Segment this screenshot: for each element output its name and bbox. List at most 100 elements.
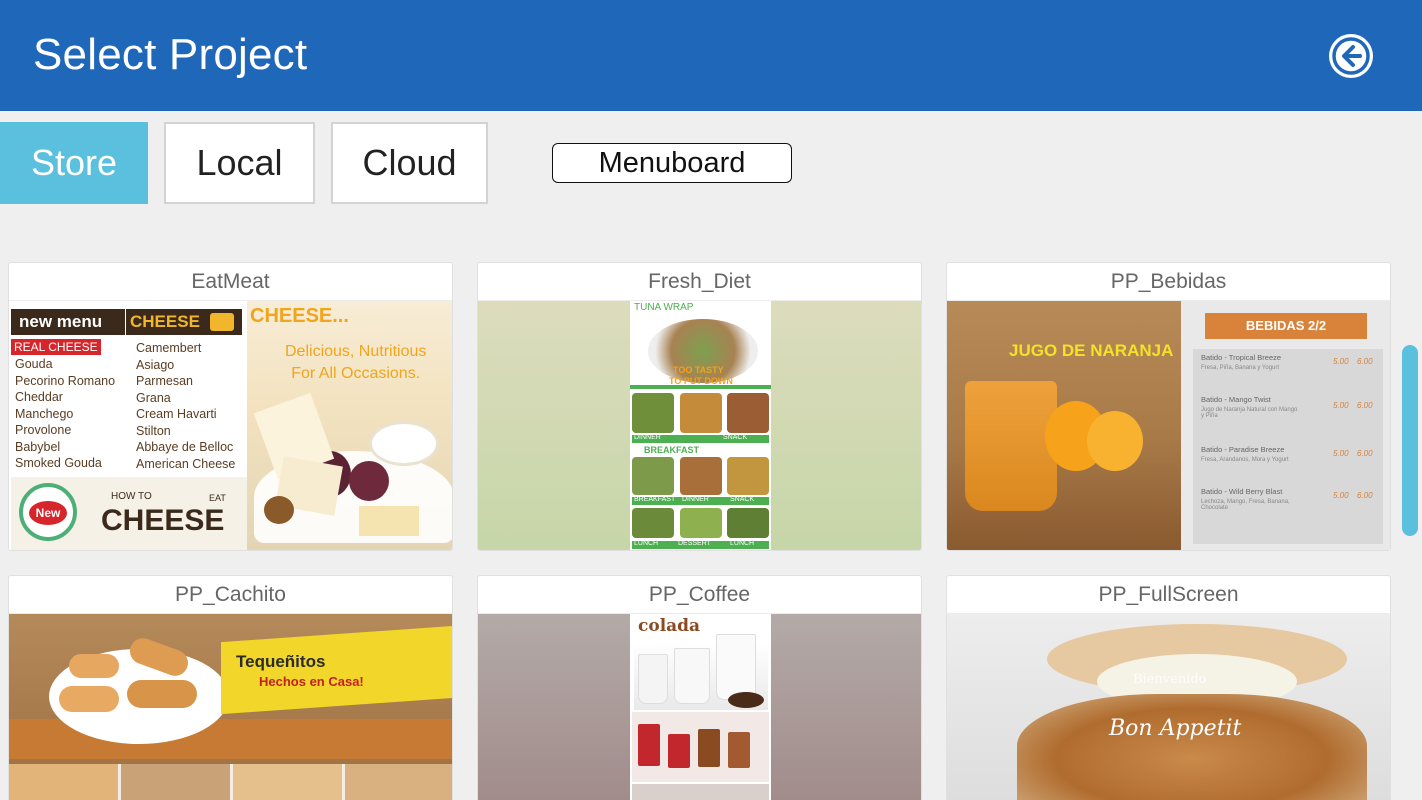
project-name: PP_FullScreen: [947, 576, 1390, 614]
list-item: Pecorino Romano: [15, 373, 116, 388]
strip-header: TUNA WRAP: [634, 302, 694, 313]
item-name: Batido - Mango Twist: [1201, 395, 1271, 404]
item-desc: Lechoza, Mango, Fresa, Banana, Chocolate: [1201, 499, 1290, 511]
food-tile: [121, 764, 230, 800]
cheese-wedge: [359, 506, 419, 536]
item-name: Batido - Paradise Breeze: [1201, 445, 1285, 454]
price: 6.00: [1357, 449, 1373, 458]
tab-cloud[interactable]: Cloud: [331, 122, 488, 204]
list-item: Manchego: [15, 406, 74, 421]
list-item: Gouda: [15, 357, 53, 371]
scrollbar-thumb[interactable]: [1402, 345, 1418, 536]
project-name: EatMeat: [9, 263, 452, 301]
food-tile: [233, 764, 342, 800]
food-tile: [632, 393, 674, 433]
slogan-1: TOO TASTY: [673, 365, 724, 375]
cup: [716, 634, 756, 700]
food-tile: [727, 457, 769, 495]
food-row: [632, 457, 769, 495]
list-item: Provolone: [15, 423, 72, 437]
tagline-line: For All Occasions.: [291, 365, 421, 382]
grape: [349, 461, 389, 501]
price-list: Batido - Tropical Breeze Fresa, Piña, Ba…: [1193, 349, 1383, 544]
project-name: PP_Coffee: [478, 576, 921, 614]
list-item: Abbaye de Belloc: [136, 440, 234, 454]
cheese-list-1: Gouda Pecorino Romano Cheddar Manchego P…: [15, 356, 115, 472]
pastry: [59, 686, 119, 712]
app-bar: Select Project: [0, 0, 1422, 111]
project-card-pp-cachito[interactable]: PP_Cachito Tequeñitos Hechos en Casa!: [8, 575, 453, 800]
item-desc: Jugo de Naranja Natural con Mango y Piña: [1201, 407, 1298, 419]
walnut: [264, 496, 294, 524]
food-tile: [632, 457, 674, 495]
food-tile: [679, 393, 722, 433]
list-item: Parmesan: [136, 374, 193, 388]
welcome-line-1: Bienvenido: [1133, 672, 1207, 687]
list-item: Cream Havarti: [136, 407, 217, 421]
food-tile: [632, 508, 674, 538]
cup: [638, 724, 660, 766]
project-thumbnail: JUGO DE NARANJA BEBIDAS 2/2 Batido - Tro…: [947, 301, 1390, 550]
list-item: Cheddar: [15, 390, 63, 404]
strip-header: colada: [638, 616, 701, 636]
project-card-fresh-diet[interactable]: Fresh_Diet TUNA WRAP TOO TASTY TO PUT DO…: [477, 262, 922, 551]
price: 5.00: [1333, 401, 1349, 410]
cup: [728, 732, 750, 768]
orange-slice: [1087, 411, 1143, 471]
project-name: PP_Cachito: [9, 576, 452, 614]
food-label: SNACK: [730, 496, 755, 503]
project-thumbnail: new menu CHEESE REAL CHEESE Gouda Pecori…: [9, 301, 452, 550]
cheese-list-2: Camembert Asiago Parmesan Grana Cream Ha…: [136, 340, 235, 472]
project-thumbnail: colada: [478, 614, 921, 800]
item-name: Batido - Wild Berry Blast: [1201, 487, 1283, 496]
food-label: DINNER: [682, 496, 709, 503]
sauce-bowl: [369, 421, 439, 466]
thumb-strip: [9, 764, 452, 800]
back-button[interactable]: [1329, 34, 1373, 78]
list-item: Stilton: [136, 423, 171, 438]
project-name: Fresh_Diet: [478, 263, 921, 301]
list-item: Camembert: [136, 341, 202, 355]
strip-bottom: [632, 784, 769, 800]
list-item: American Cheese: [136, 456, 236, 471]
food-tile: [345, 764, 452, 800]
tag: REAL CHEESE: [11, 339, 101, 355]
food-label: LUNCH: [730, 540, 755, 547]
food-row: [632, 393, 769, 433]
project-card-pp-coffee[interactable]: PP_Coffee colada: [477, 575, 922, 800]
pastry: [69, 654, 119, 678]
section-label: BREAKFAST: [644, 445, 700, 455]
item-desc: Fresa, Arandanos, Mora y Yogurt: [1201, 457, 1289, 463]
tagline-line: Delicious, Nutritious: [285, 343, 427, 360]
project-card-eatmeat[interactable]: EatMeat new menu CHEESE REAL CHEESE Goud…: [8, 262, 453, 551]
welcome-line-2: Bon Appetit: [1109, 716, 1242, 741]
food-tile: [9, 764, 118, 800]
food-label: DINNER: [634, 434, 661, 441]
price: 5.00: [1333, 357, 1349, 366]
list-item: Asiago: [136, 357, 175, 372]
arepa-filling: [1017, 694, 1367, 800]
juice-glass: [965, 381, 1057, 511]
pastry: [127, 680, 197, 708]
food-tile: [727, 508, 769, 538]
price: 5.00: [1333, 449, 1349, 458]
project-card-pp-fullscreen[interactable]: PP_FullScreen Bienvenido Bon Appetit: [946, 575, 1391, 800]
photo-title: CHEESE...: [250, 305, 349, 327]
food-label: SNACK: [723, 434, 748, 441]
list-item: Grana: [136, 390, 171, 405]
tab-store[interactable]: Store: [0, 122, 148, 204]
tab-local[interactable]: Local: [164, 122, 315, 204]
cup: [674, 648, 710, 704]
item-desc: Fresa, Piña, Banana y Yogurt: [1201, 365, 1280, 371]
food-row: [632, 508, 769, 538]
project-card-pp-bebidas[interactable]: PP_Bebidas JUGO DE NARANJA BEBIDAS 2/2 B…: [946, 262, 1391, 551]
cheese-big: CHEESE: [101, 504, 225, 537]
banner-left: new menu: [11, 309, 125, 335]
menuboard-button[interactable]: Menuboard: [552, 143, 792, 183]
food-label: LUNCH: [634, 540, 659, 547]
item-name: Batido - Tropical Breeze: [1201, 353, 1282, 362]
photo-tagline: Delicious, Nutritious For All Occasions.: [285, 341, 426, 385]
list-item: Babybel: [15, 439, 61, 454]
price: 6.00: [1357, 401, 1373, 410]
project-thumbnail: TUNA WRAP TOO TASTY TO PUT DOWN DINNER S…: [478, 301, 921, 550]
